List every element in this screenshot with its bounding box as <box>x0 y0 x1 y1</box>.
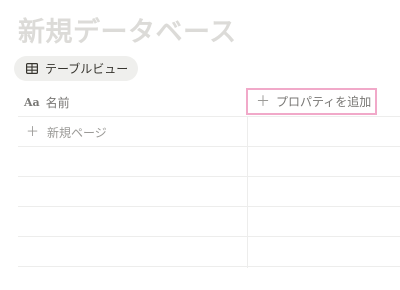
name-column-label: 名前 <box>45 95 70 110</box>
table-row <box>18 207 400 237</box>
database-title[interactable]: 新規データベース <box>18 10 237 49</box>
table-icon <box>26 63 38 74</box>
new-page-button[interactable]: ＋ 新規ページ <box>26 117 107 147</box>
add-property-button[interactable]: ＋ プロパティを追加 <box>246 88 377 115</box>
view-tab-table[interactable]: テーブルビュー <box>14 56 139 81</box>
plus-icon: ＋ <box>26 124 40 140</box>
table-header-row: Aa 名前 ＋ プロパティを追加 <box>18 87 400 117</box>
page: 新規データベース テーブルビュー Aa 名前 ＋ プロパティを追加 ＋ 新規ペー… <box>0 0 400 290</box>
add-property-label: プロパティを追加 <box>276 95 372 109</box>
new-page-row[interactable]: ＋ 新規ページ <box>18 117 400 147</box>
new-page-label: 新規ページ <box>47 125 107 140</box>
database-table: Aa 名前 ＋ プロパティを追加 ＋ 新規ページ <box>18 87 400 268</box>
table-row <box>18 147 400 177</box>
text-property-icon: Aa <box>24 95 40 109</box>
table-row <box>18 177 400 207</box>
name-column-header[interactable]: Aa 名前 <box>24 87 70 117</box>
column-divider <box>247 116 248 268</box>
plus-icon: ＋ <box>256 93 270 110</box>
table-row <box>18 237 400 267</box>
view-tab-label: テーブルビュー <box>45 62 129 76</box>
